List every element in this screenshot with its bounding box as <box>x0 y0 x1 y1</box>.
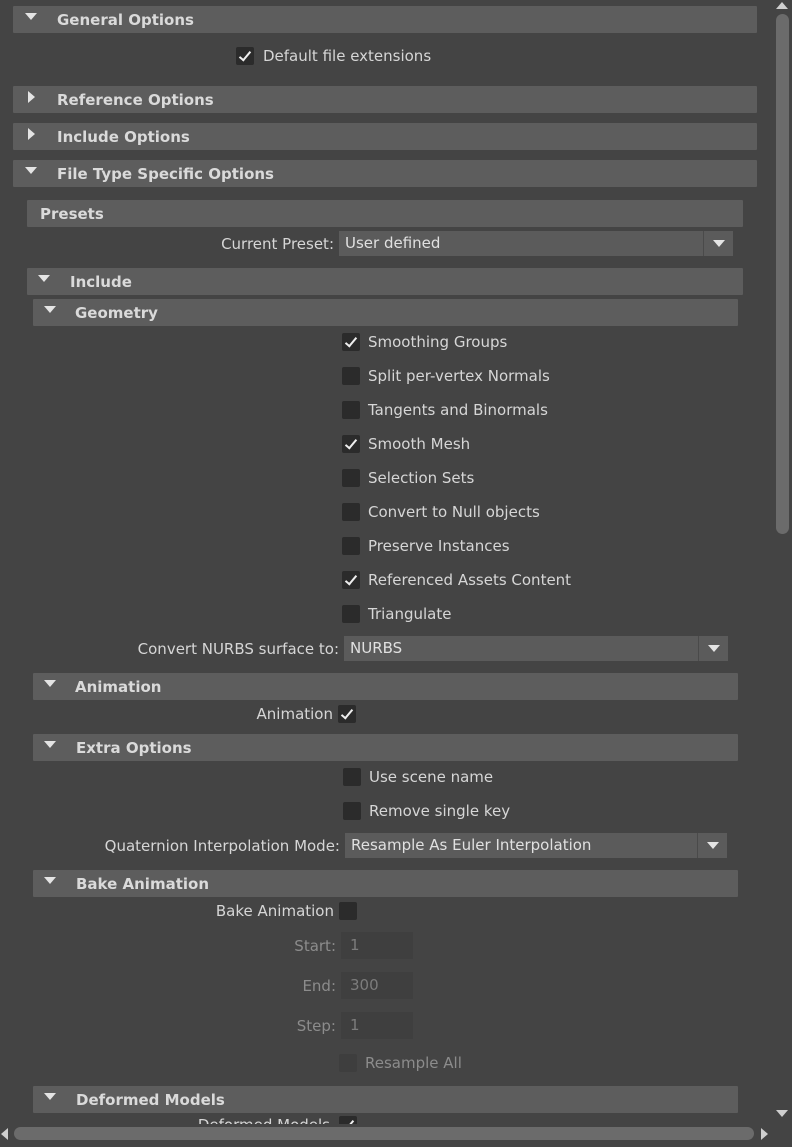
step-value: 1 <box>350 1016 360 1034</box>
quaternion-mode-label: Quaternion Interpolation Mode: <box>104 837 340 855</box>
deformed-models-label: Deformed Models <box>198 1116 330 1124</box>
current-preset-label: Current Preset: <box>221 235 334 253</box>
deformed-models-checkbox[interactable] <box>339 1116 357 1124</box>
smoothing-groups-checkbox[interactable] <box>342 333 360 351</box>
start-value: 1 <box>350 936 360 954</box>
end-field[interactable]: 300 <box>341 972 413 999</box>
resample-all-label: Resample All <box>365 1054 462 1072</box>
collapse-icon <box>38 275 50 282</box>
section-label: Include Options <box>57 128 190 146</box>
chevron-down-icon <box>697 833 727 858</box>
step-field[interactable]: 1 <box>341 1012 413 1039</box>
smoothing-groups-label: Smoothing Groups <box>368 333 508 351</box>
section-label: Extra Options <box>76 739 192 757</box>
vertical-scrollbar-thumb[interactable] <box>776 14 789 534</box>
convert-nurbs-label: Convert NURBS surface to: <box>137 640 339 658</box>
scroll-right-icon[interactable] <box>761 1128 768 1140</box>
collapse-icon <box>25 167 37 174</box>
animation-label: Animation <box>256 705 333 723</box>
section-general-options[interactable]: General Options <box>13 6 757 33</box>
referenced-assets-content-checkbox[interactable] <box>342 571 360 589</box>
section-label: Bake Animation <box>76 875 210 893</box>
section-include[interactable]: Include <box>27 268 743 295</box>
remove-single-key-label: Remove single key <box>369 802 511 820</box>
section-deformed-models[interactable]: Deformed Models <box>33 1086 738 1113</box>
section-label: Presets <box>40 205 104 223</box>
bake-animation-label: Bake Animation <box>215 902 334 920</box>
section-label: Geometry <box>75 304 158 322</box>
collapse-icon <box>44 741 56 748</box>
use-scene-name-label: Use scene name <box>369 768 494 786</box>
start-field[interactable]: 1 <box>341 932 413 959</box>
convert-nurbs-value: NURBS <box>350 639 403 657</box>
section-label: General Options <box>57 11 194 29</box>
scroll-up-icon[interactable] <box>776 2 788 9</box>
convert-nurbs-dropdown[interactable]: NURBS <box>344 636 728 661</box>
end-label: End: <box>302 977 336 995</box>
collapse-icon <box>44 877 56 884</box>
smooth-mesh-label: Smooth Mesh <box>368 435 471 453</box>
section-label: Include <box>70 273 132 291</box>
section-include-options[interactable]: Include Options <box>13 123 757 150</box>
resample-all-checkbox[interactable] <box>339 1054 357 1072</box>
collapse-icon <box>25 13 37 20</box>
expand-icon <box>28 91 35 103</box>
selection-sets-label: Selection Sets <box>368 469 475 487</box>
split-per-vertex-normals-checkbox[interactable] <box>342 367 360 385</box>
start-label: Start: <box>294 937 336 955</box>
collapse-icon <box>44 1093 56 1100</box>
collapse-icon <box>44 306 56 313</box>
section-reference-options[interactable]: Reference Options <box>13 86 757 113</box>
step-label: Step: <box>296 1017 336 1035</box>
default-file-extensions-label: Default file extensions <box>263 47 432 65</box>
animation-checkbox[interactable] <box>338 705 356 723</box>
tangents-binormals-label: Tangents and Binormals <box>368 401 548 419</box>
section-bake-animation[interactable]: Bake Animation <box>33 870 738 897</box>
section-presets: Presets <box>27 200 743 227</box>
expand-icon <box>28 128 35 140</box>
scroll-down-icon[interactable] <box>776 1110 788 1117</box>
convert-null-objects-checkbox[interactable] <box>342 503 360 521</box>
chevron-down-icon <box>703 231 733 256</box>
section-label: Reference Options <box>57 91 214 109</box>
triangulate-checkbox[interactable] <box>342 605 360 623</box>
triangulate-label: Triangulate <box>368 605 452 623</box>
section-extra-options[interactable]: Extra Options <box>33 734 738 761</box>
section-file-type-specific-options[interactable]: File Type Specific Options <box>13 160 757 187</box>
section-label: Animation <box>75 678 162 696</box>
horizontal-scrollbar-thumb[interactable] <box>14 1127 754 1140</box>
preserve-instances-checkbox[interactable] <box>342 537 360 555</box>
collapse-icon <box>44 680 56 687</box>
chevron-down-icon <box>698 636 728 661</box>
smooth-mesh-checkbox[interactable] <box>342 435 360 453</box>
bake-animation-checkbox[interactable] <box>339 902 357 920</box>
referenced-assets-content-label: Referenced Assets Content <box>368 571 572 589</box>
preserve-instances-label: Preserve Instances <box>368 537 510 555</box>
quaternion-mode-dropdown[interactable]: Resample As Euler Interpolation <box>345 833 727 858</box>
end-value: 300 <box>350 976 379 994</box>
default-file-extensions-checkbox[interactable] <box>236 47 254 65</box>
split-per-vertex-normals-label: Split per-vertex Normals <box>368 367 550 385</box>
scroll-left-icon[interactable] <box>1 1128 8 1140</box>
remove-single-key-checkbox[interactable] <box>343 802 361 820</box>
current-preset-dropdown[interactable]: User defined <box>339 231 733 256</box>
section-geometry[interactable]: Geometry <box>33 299 738 326</box>
quaternion-mode-value: Resample As Euler Interpolation <box>351 836 592 854</box>
section-animation[interactable]: Animation <box>33 673 738 700</box>
section-label: Deformed Models <box>76 1091 225 1109</box>
tangents-binormals-checkbox[interactable] <box>342 401 360 419</box>
use-scene-name-checkbox[interactable] <box>343 768 361 786</box>
convert-null-objects-label: Convert to Null objects <box>368 503 540 521</box>
selection-sets-checkbox[interactable] <box>342 469 360 487</box>
deformed-models-row: Deformed Models <box>0 1116 774 1124</box>
section-label: File Type Specific Options <box>57 165 274 183</box>
current-preset-value: User defined <box>345 234 441 252</box>
